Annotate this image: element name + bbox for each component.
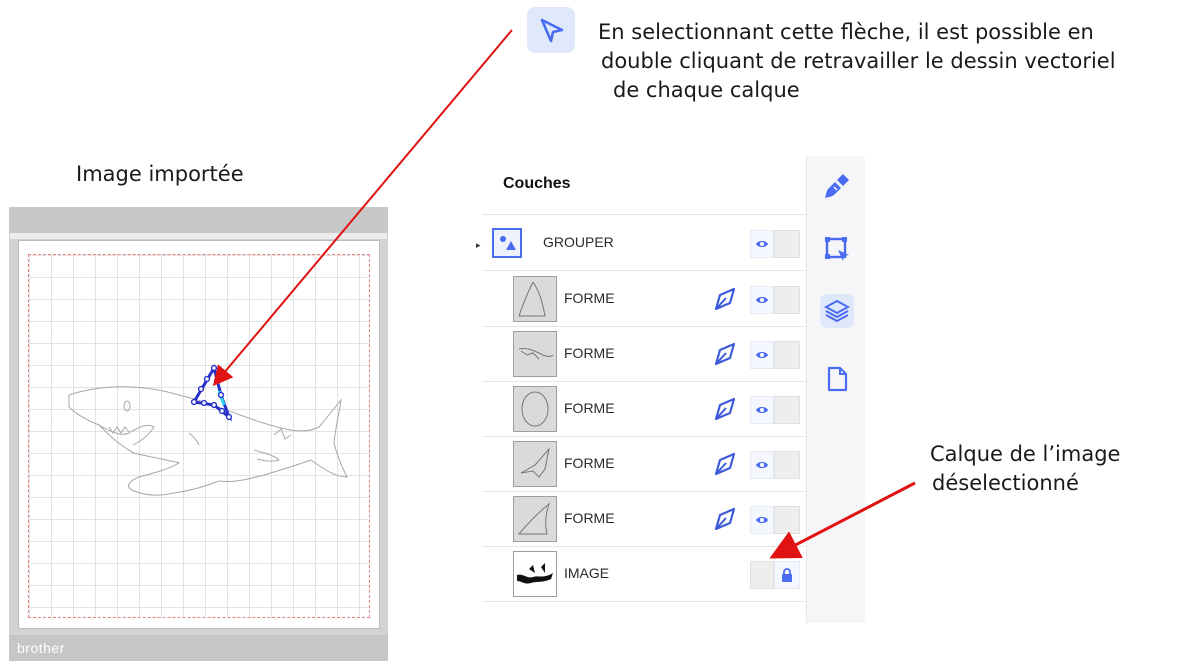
lock-toggle[interactable] (774, 561, 800, 589)
mat-frame (10, 233, 387, 239)
layer-row-shape[interactable]: FORME (482, 436, 806, 492)
layer-annotation: Calque de l’image déselectionné (930, 440, 1120, 498)
layer-label: FORME (564, 510, 615, 526)
page-button[interactable] (820, 362, 854, 396)
layer-thumbnail (513, 386, 557, 432)
visibility-toggle[interactable] (750, 451, 774, 479)
lock-toggle[interactable] (774, 396, 800, 424)
layer-row-shape[interactable]: FORME (482, 381, 806, 437)
mat-brand-label: brother (17, 640, 65, 656)
layer-label: IMAGE (564, 565, 610, 581)
layer-thumbnail (513, 496, 557, 542)
lock-toggle[interactable] (774, 506, 800, 534)
lock-toggle[interactable] (774, 230, 800, 258)
layer-row-shape[interactable]: FORME (482, 326, 806, 382)
layer-row-group[interactable]: ▸ GROUPER (476, 215, 806, 271)
visibility-toggle[interactable] (750, 561, 774, 589)
visibility-toggle[interactable] (750, 506, 774, 534)
lock-toggle[interactable] (774, 451, 800, 479)
eye-icon (756, 297, 768, 303)
layer-label: FORME (564, 455, 615, 471)
expand-arrow-icon[interactable]: ▸ (476, 240, 481, 251)
arrow-annotation-line-2: double cliquant de retravailler le dessi… (601, 49, 1116, 73)
layers-icon (824, 299, 850, 323)
edit-pen-icon[interactable] (712, 450, 740, 478)
layer-label: FORME (564, 290, 615, 306)
cutting-mat: brother (9, 207, 388, 661)
tool-sidebar (806, 156, 865, 623)
layer-thumbnail (513, 331, 557, 377)
layers-panel: Couches ▸ GROUPER FORME FORME FORME FORM… (476, 156, 865, 623)
eye-icon (756, 517, 768, 523)
arrow-annotation-line-3: de chaque calque (613, 78, 800, 102)
arrow-annotation: En selectionnant cette flèche, il est po… (598, 18, 1188, 105)
layer-label: GROUPER (543, 234, 614, 250)
arrow-annotation-line-1: En selectionnant cette flèche, il est po… (598, 20, 1094, 44)
visibility-toggle[interactable] (750, 396, 774, 424)
eye-icon (756, 352, 768, 358)
visibility-toggle[interactable] (750, 286, 774, 314)
brush-icon (825, 174, 849, 198)
select-edit-button[interactable] (820, 232, 854, 266)
layer-thumbnail (513, 276, 557, 322)
group-icon (492, 228, 522, 258)
layer-label: FORME (564, 345, 615, 361)
lock-toggle[interactable] (774, 341, 800, 369)
mat-bottom-strip (9, 635, 388, 661)
layers-list-area: Couches ▸ GROUPER FORME FORME FORME FORM… (476, 156, 806, 623)
eye-icon (756, 241, 768, 247)
lock-icon (782, 568, 792, 582)
layer-thumbnail (513, 551, 557, 597)
edit-pen-icon[interactable] (712, 285, 740, 313)
eye-icon (756, 462, 768, 468)
layer-row-shape[interactable]: FORME (482, 271, 806, 327)
edit-pen-icon[interactable] (712, 395, 740, 423)
imported-image-caption: Image importée (76, 162, 244, 186)
select-tool-button[interactable] (527, 7, 575, 53)
lock-toggle[interactable] (774, 286, 800, 314)
panel-title: Couches (503, 175, 571, 192)
eye-icon (756, 407, 768, 413)
layer-thumbnail (513, 441, 557, 487)
shark-drawing[interactable] (29, 255, 369, 617)
visibility-toggle[interactable] (750, 341, 774, 369)
mat-top-strip (9, 207, 388, 233)
layer-label: FORME (564, 400, 615, 416)
pointer-arrow-icon (540, 18, 564, 43)
brush-button[interactable] (820, 169, 854, 203)
mat-cutting-area[interactable] (28, 254, 370, 618)
layer-row-image[interactable]: IMAGE (482, 546, 806, 602)
edit-pen-icon[interactable] (712, 340, 740, 368)
select-edit-icon (825, 237, 849, 261)
page-icon (827, 366, 848, 392)
edit-pen-icon[interactable] (712, 505, 740, 533)
layer-annotation-line-2: déselectionné (932, 471, 1079, 495)
layer-annotation-line-1: Calque de l’image (930, 442, 1121, 466)
layer-row-shape[interactable]: FORME (482, 491, 806, 547)
layers-button[interactable] (820, 294, 854, 328)
visibility-toggle[interactable] (750, 230, 774, 258)
